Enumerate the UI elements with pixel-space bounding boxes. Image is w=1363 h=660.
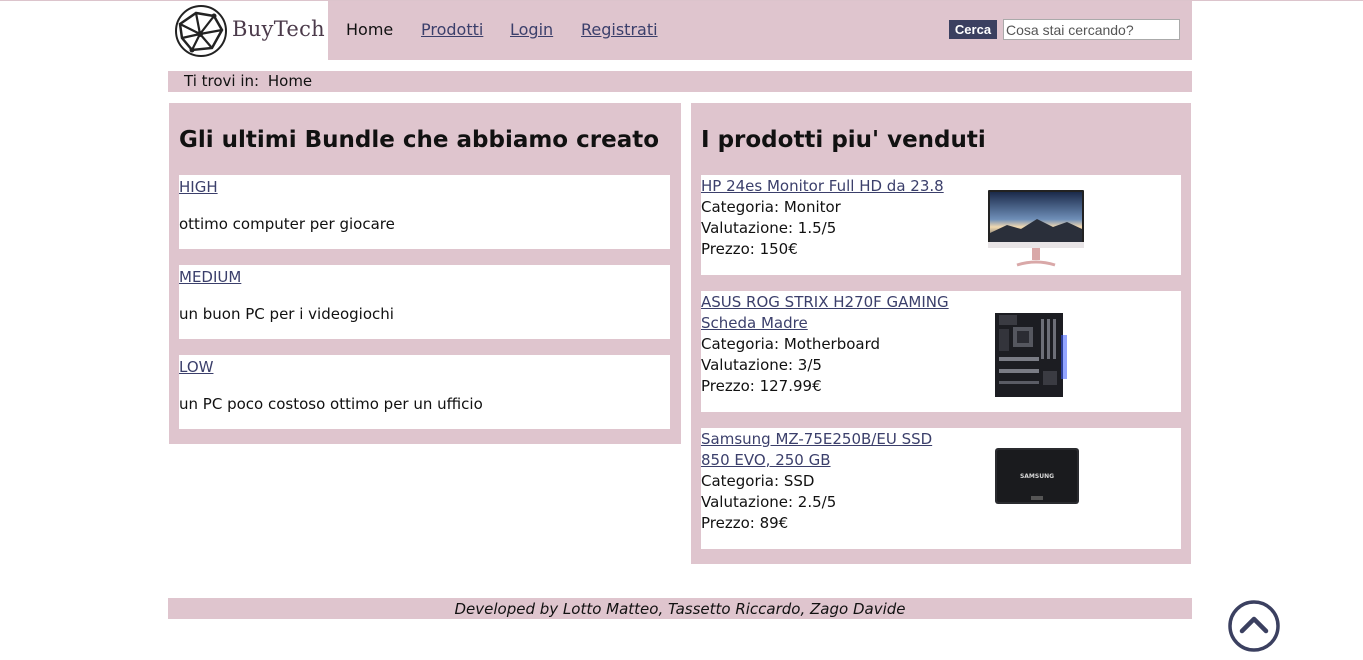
back-to-top-button[interactable] xyxy=(1228,600,1280,652)
product-category: Categoria: Monitor xyxy=(701,198,841,216)
product-name-line: 850 EVO, 250 GB xyxy=(701,451,831,469)
products-panel: I prodotti piu' venduti HP 24es Monitor … xyxy=(691,103,1191,564)
product-name-line: Scheda Madre xyxy=(701,314,808,332)
breadcrumb-current: Home xyxy=(267,72,313,90)
nav-login-link[interactable]: Login xyxy=(510,20,553,39)
product-rating: Valutazione: 2.5/5 xyxy=(701,493,837,511)
nav-home: Home xyxy=(346,20,394,39)
motherboard-image[interactable] xyxy=(991,309,1071,399)
bundle-card: HIGH ottimo computer per giocare xyxy=(179,175,670,249)
product-card: Samsung MZ-75E250B/EU SSD 850 EVO, 250 GB… xyxy=(701,428,1181,549)
search-input[interactable] xyxy=(1003,19,1180,40)
product-name-line: ASUS ROG STRIX H270F GAMING xyxy=(701,293,949,311)
footer-credits: Developed by Lotto Matteo, Tassetto Ricc… xyxy=(454,600,906,618)
logo[interactable]: BuyTech xyxy=(168,1,328,60)
bundle-description: ottimo computer per giocare xyxy=(179,215,395,233)
product-name-link[interactable]: Samsung MZ-75E250B/EU SSD 850 EVO, 250 GB xyxy=(701,429,961,471)
product-name-link[interactable]: HP 24es Monitor Full HD da 23.8 xyxy=(701,176,961,197)
bundle-card: MEDIUM un buon PC per i videogiochi xyxy=(179,265,670,339)
bundle-medium-link[interactable]: MEDIUM xyxy=(179,268,241,286)
bundles-title: Gli ultimi Bundle che abbiamo creato xyxy=(179,127,660,153)
bundles-panel: Gli ultimi Bundle che abbiamo creato HIG… xyxy=(169,103,681,444)
nav-prodotti-link[interactable]: Prodotti xyxy=(421,20,483,39)
breadcrumb: Ti trovi in: Home xyxy=(168,71,1192,92)
ssd-image[interactable]: SAMSUNG xyxy=(993,446,1081,508)
breadcrumb-prefix: Ti trovi in: xyxy=(184,72,260,90)
product-name-link[interactable]: ASUS ROG STRIX H270F GAMING Scheda Madre xyxy=(701,292,961,334)
products-title: I prodotti piu' venduti xyxy=(701,127,986,153)
bundle-high-link[interactable]: HIGH xyxy=(179,178,218,196)
nav-registrati-link[interactable]: Registrati xyxy=(581,20,658,39)
logo-icon xyxy=(175,5,227,57)
product-category: Categoria: SSD xyxy=(701,472,815,490)
product-price: Prezzo: 89€ xyxy=(701,514,789,532)
product-rating: Valutazione: 1.5/5 xyxy=(701,219,837,237)
ssd-brand-label: SAMSUNG xyxy=(1020,473,1054,480)
product-name-line: Samsung MZ-75E250B/EU SSD xyxy=(701,430,933,448)
bundle-description: un buon PC per i videogiochi xyxy=(179,305,394,323)
monitor-image[interactable] xyxy=(987,189,1085,267)
product-price: Prezzo: 150€ xyxy=(701,240,798,258)
search-button[interactable]: Cerca xyxy=(949,20,997,39)
product-card: ASUS ROG STRIX H270F GAMING Scheda Madre … xyxy=(701,291,1181,412)
product-price: Prezzo: 127.99€ xyxy=(701,377,822,395)
bundle-description: un PC poco costoso ottimo per un ufficio xyxy=(179,395,483,413)
product-rating: Valutazione: 3/5 xyxy=(701,356,822,374)
product-category: Categoria: Motherboard xyxy=(701,335,881,353)
bundle-card: LOW un PC poco costoso ottimo per un uff… xyxy=(179,355,670,429)
bundle-low-link[interactable]: LOW xyxy=(179,358,213,376)
site-header: BuyTech Home Prodotti Login Registrati C… xyxy=(168,1,1192,60)
site-footer: Developed by Lotto Matteo, Tassetto Ricc… xyxy=(168,598,1192,619)
logo-text: BuyTech xyxy=(232,17,326,41)
product-card: HP 24es Monitor Full HD da 23.8 Categori… xyxy=(701,175,1181,275)
